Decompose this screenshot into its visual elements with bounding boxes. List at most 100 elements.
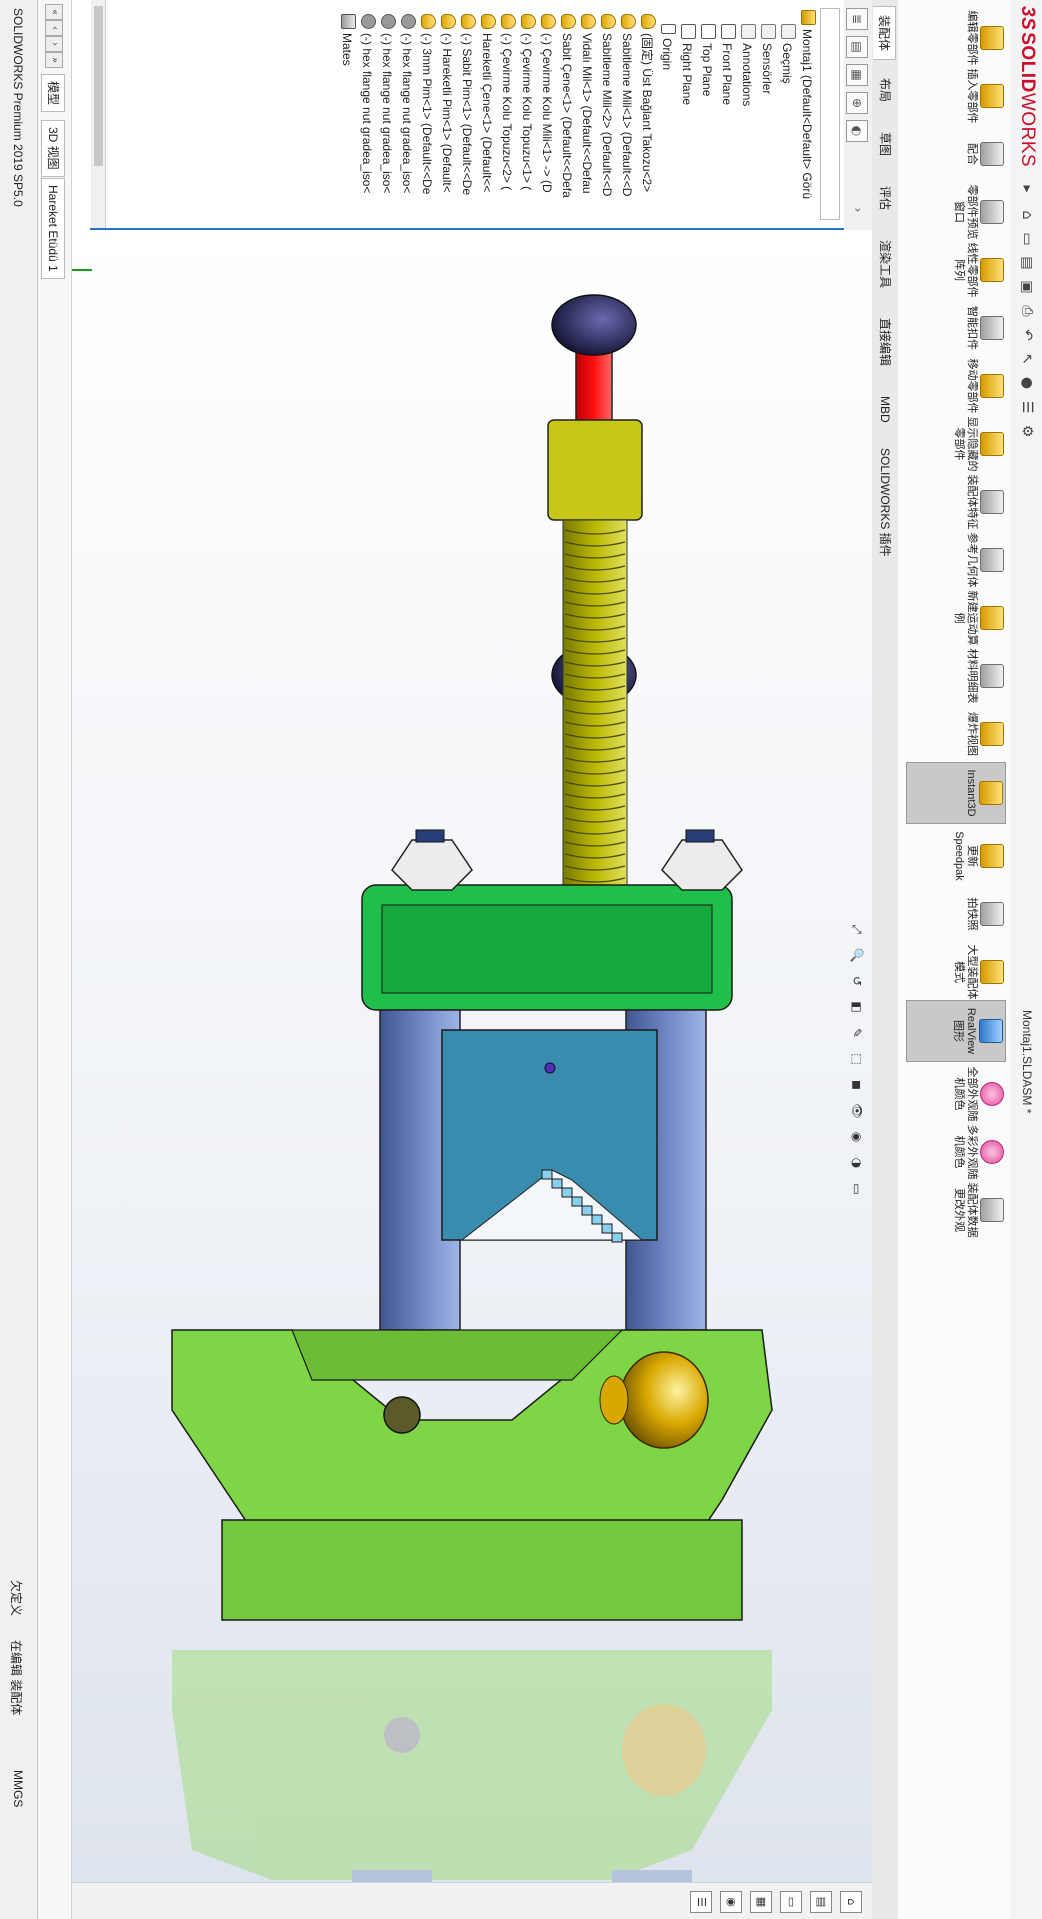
- tree-item[interactable]: Vidalı Mil<1> (Default<<Defau: [578, 14, 596, 194]
- file-explorer-icon[interactable]: ▭: [780, 1891, 802, 1913]
- tree-item[interactable]: (-) 3mm Pim<1> (Default<<De: [418, 14, 436, 194]
- tree-item[interactable]: Right Plane: [678, 24, 696, 105]
- undo-icon[interactable]: ↶: [1018, 326, 1036, 344]
- component-preview-button[interactable]: 零部件预览窗口: [908, 182, 1006, 242]
- tree-item[interactable]: Origin: [658, 24, 676, 70]
- tree-horizontal-scrollbar[interactable]: [91, 0, 106, 228]
- appearances-icon[interactable]: ◉: [720, 1891, 742, 1913]
- threaded-screw[interactable]: [562, 519, 628, 941]
- move-component-button[interactable]: 移动零部件: [908, 356, 1006, 416]
- tab-render-tools[interactable]: 渲染工具: [874, 232, 896, 296]
- tree-item[interactable]: Hareketli Çene<1> (Default<<: [478, 14, 496, 192]
- tree-item[interactable]: Sabit Çene<1> (Default<<Defa: [558, 14, 576, 198]
- tab-3d-view[interactable]: 3D 视图: [41, 120, 65, 177]
- instant3d-button[interactable]: Instant3D: [906, 762, 1006, 824]
- save-icon[interactable]: ▣: [1018, 278, 1036, 296]
- hex-nut[interactable]: [661, 829, 743, 891]
- dimxpert-icon[interactable]: ⊕: [846, 92, 868, 114]
- tab-assembly[interactable]: 装配体: [873, 6, 896, 61]
- solidworks-resources-icon[interactable]: ⌂: [840, 1891, 862, 1913]
- show-hidden-button[interactable]: 显示隐藏的零部件: [908, 414, 1006, 474]
- tree-item[interactable]: Front Plane: [718, 24, 736, 105]
- tab-solidworks-addins[interactable]: SOLIDWORKS 插件: [874, 440, 896, 565]
- tree-item[interactable]: Top Plane: [698, 24, 716, 96]
- tree-item[interactable]: (固定) Üst Bağlant Takozu<2>: [638, 14, 656, 192]
- large-assembly-button[interactable]: 大型装配体模式: [908, 942, 1006, 1002]
- linear-pattern-button[interactable]: 线性零部件阵列: [908, 240, 1006, 300]
- design-library-icon[interactable]: ▤: [810, 1891, 832, 1913]
- tab-mbd[interactable]: MBD: [874, 388, 896, 431]
- snapshot-button[interactable]: 拍快照: [908, 884, 1006, 944]
- exploded-view-button[interactable]: 爆炸视图: [908, 704, 1006, 764]
- realview-button[interactable]: RealView图形: [906, 1000, 1006, 1062]
- tree-filter-input[interactable]: [820, 8, 840, 220]
- tree-item[interactable]: (-) hex flange nut gradea_iso<: [398, 14, 416, 193]
- tab-layout[interactable]: 布局: [874, 70, 896, 110]
- tree-root-assembly[interactable]: Montaj1 (Default<Default> Görü: [798, 10, 816, 199]
- top-block[interactable]: [361, 884, 733, 1011]
- tab-evaluate[interactable]: 评估: [874, 178, 896, 218]
- tree-item[interactable]: (-) Çevirme Kolu Topuzu<1> (: [518, 14, 536, 190]
- prev-tab-arrow-icon[interactable]: ‹: [45, 20, 63, 36]
- show-hidden-icon: [980, 432, 1004, 456]
- configuration-manager-icon[interactable]: ▦: [846, 64, 868, 86]
- scrollbar-thumb[interactable]: [94, 6, 103, 166]
- last-tab-arrow-icon[interactable]: »: [45, 52, 63, 68]
- data-appearance-button[interactable]: 装配体数据更改外观: [908, 1180, 1006, 1240]
- mate-button[interactable]: 配合: [908, 124, 1006, 184]
- insert-component-button[interactable]: 插入零部件: [908, 66, 1006, 126]
- screw-head[interactable]: [547, 419, 643, 521]
- traffic-light-icon[interactable]: ●: [1018, 374, 1036, 392]
- tree-item[interactable]: (-) hex flange nut gradea_iso<: [378, 14, 396, 193]
- solidworks-logo[interactable]: 3SSOLIDWORKS: [1016, 6, 1038, 167]
- tree-item[interactable]: Sabitleme Mili<1> (Default<<D: [618, 14, 636, 196]
- file-properties-icon[interactable]: ☰: [1018, 398, 1036, 416]
- new-document-icon[interactable]: ▭: [1018, 230, 1036, 248]
- tree-item[interactable]: (-) Hareketli Pim<1> (Default<: [438, 14, 456, 193]
- tree-item[interactable]: (-) Çevirme Kolu Mili<1> -> (D: [538, 14, 556, 193]
- select-icon[interactable]: ↖: [1018, 350, 1036, 368]
- tree-item[interactable]: Geçmiş: [778, 24, 796, 84]
- display-manager-icon[interactable]: ◐: [846, 120, 868, 142]
- smart-fastener-button[interactable]: 智能扣件: [908, 298, 1006, 358]
- bom-button[interactable]: 材料明细表: [908, 646, 1006, 706]
- tree-item[interactable]: (-) Sabit Pim<1> (Default<<De: [458, 14, 476, 195]
- new-motion-study-button[interactable]: 新建运动算例: [908, 588, 1006, 648]
- tree-item[interactable]: Sensörler: [758, 24, 776, 94]
- print-icon[interactable]: ⎙: [1018, 302, 1036, 320]
- hex-nut[interactable]: [391, 829, 473, 891]
- graphics-area[interactable]: ⤢ 🔍 ↺ ◧ ✎ ⬚ ◼ 👁 ◉ ◑ ▭: [72, 230, 872, 1919]
- unit-system[interactable]: MMGS: [11, 1770, 25, 1807]
- first-tab-arrow-icon[interactable]: «: [45, 4, 63, 20]
- tab-sketch[interactable]: 草图: [874, 124, 896, 164]
- property-manager-icon[interactable]: ▤: [846, 36, 868, 58]
- menu-arrow-icon[interactable]: ▸: [1018, 180, 1036, 198]
- update-speedpak-button[interactable]: 更新Speedpak: [908, 826, 1006, 886]
- view-palette-icon[interactable]: ▦: [750, 1891, 772, 1913]
- edit-component-button[interactable]: 编辑零部件: [908, 8, 1006, 68]
- reference-geometry-button[interactable]: 参考几何体: [908, 530, 1006, 590]
- movable-jaw[interactable]: [441, 1029, 658, 1241]
- tree-item[interactable]: (-) Çevirme Kolu Topuzu<2> (: [498, 14, 516, 190]
- tree-item-label: Right Plane: [680, 43, 694, 106]
- home-icon[interactable]: ⌂: [1018, 206, 1036, 224]
- speedpak-icon: [980, 844, 1004, 868]
- feature-manager-icon[interactable]: ≣: [846, 8, 868, 30]
- part-icon: [521, 14, 536, 29]
- tree-item[interactable]: (-) hex flange nut gradea_iso<: [358, 14, 376, 193]
- tab-motion-study[interactable]: Hareket Etüdü 1: [41, 178, 65, 279]
- expand-chevron-icon[interactable]: ›: [848, 200, 868, 220]
- tab-direct-edit[interactable]: 直接编辑: [874, 310, 896, 374]
- options-icon[interactable]: ⚙: [1018, 422, 1036, 440]
- handle-knob[interactable]: [551, 294, 637, 356]
- tree-item[interactable]: Mates: [338, 14, 356, 66]
- multi-color-button[interactable]: 多彩外观随机颜色: [908, 1122, 1006, 1182]
- next-tab-arrow-icon[interactable]: ›: [45, 36, 63, 52]
- random-color-button[interactable]: 全部外观随机颜色: [908, 1064, 1006, 1124]
- tree-item[interactable]: Annotations: [738, 24, 756, 106]
- tree-item[interactable]: Sabitleme Mili<2> (Default<<D: [598, 14, 616, 196]
- tab-model[interactable]: 模型: [41, 74, 65, 113]
- custom-properties-icon[interactable]: ☰: [690, 1891, 712, 1913]
- assembly-feature-button[interactable]: 装配体特征: [908, 472, 1006, 532]
- open-icon[interactable]: ▤: [1018, 254, 1036, 272]
